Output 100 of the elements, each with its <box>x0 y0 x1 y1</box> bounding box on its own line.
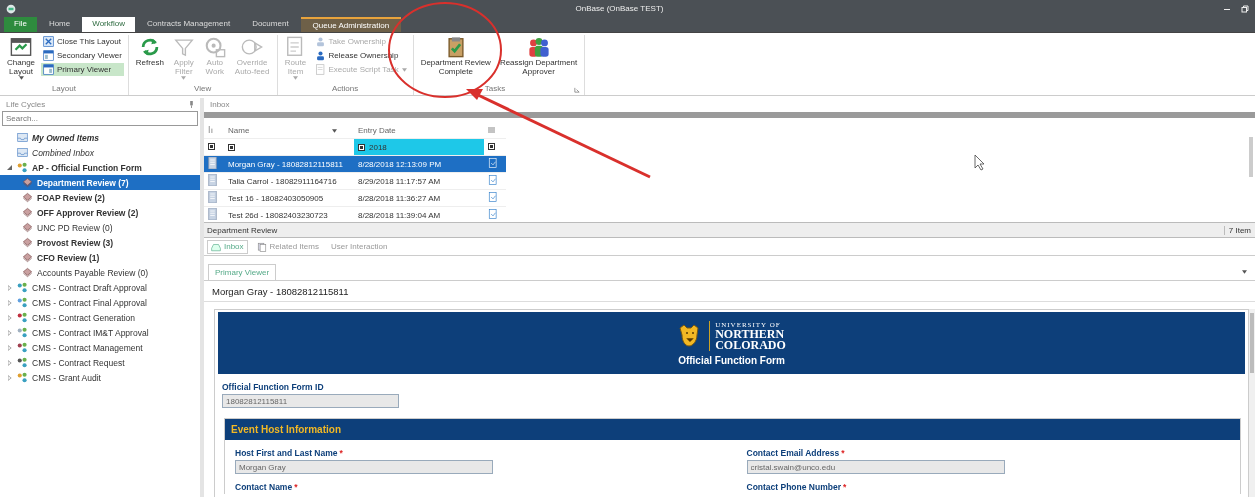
ribbon-tab[interactable]: Queue Administration <box>300 17 402 32</box>
ribbon-tab[interactable]: Contracts Management <box>137 17 241 32</box>
table-cell: Test 16 - 18082403050905 <box>224 189 354 207</box>
app-icon <box>6 3 16 14</box>
item-count: 7 Item <box>1223 225 1255 235</box>
status-icon <box>208 125 214 133</box>
tree-item[interactable]: AP - Official Function Form <box>0 160 200 175</box>
ribbon-tab[interactable]: File <box>4 17 37 32</box>
cursor-icon <box>974 154 985 171</box>
restore-icon <box>1241 4 1249 13</box>
tree-item[interactable]: CMS - Contract Final Approval <box>0 295 200 310</box>
script-icon <box>314 64 326 75</box>
people-icon <box>527 36 550 58</box>
column-menu-icon <box>488 126 495 133</box>
tree-item[interactable]: CMS - Contract Request <box>0 355 200 370</box>
user-icon <box>314 50 326 61</box>
table-cell: 8/29/2018 11:17:57 AM <box>354 172 484 190</box>
queue-icon <box>22 177 33 188</box>
ribbon-button[interactable]: Secondary Viewer <box>41 49 124 62</box>
required-mark: * <box>842 482 847 492</box>
queue-icon <box>22 237 33 248</box>
search-field[interactable]: Search... <box>2 111 198 126</box>
field-label: Contact Phone Number <box>746 482 841 492</box>
tree-item[interactable]: FOAP Review (2) <box>0 190 200 205</box>
inbox-icon <box>17 147 28 158</box>
ribbon-tab[interactable]: Document <box>242 17 299 32</box>
form-icon <box>488 158 498 168</box>
lifecycle-icon <box>17 282 28 293</box>
required-mark: * <box>841 448 845 458</box>
column-header[interactable]: Entry Date <box>354 122 484 139</box>
layout-icon <box>10 36 32 58</box>
tree-item[interactable]: CMS - Contract Generation <box>0 310 200 325</box>
input-field[interactable]: 18082812115811 <box>222 394 399 408</box>
form-title: Official Function Form <box>678 354 785 366</box>
ribbon-button[interactable]: Department Review Complete <box>417 35 494 77</box>
tree-item[interactable]: CMS - Contract IM&T Approval <box>0 325 200 340</box>
ribbon-button[interactable]: Primary Viewer <box>41 63 124 76</box>
window-title: OnBase (OnBase TEST) <box>574 4 665 13</box>
tree-item[interactable]: CFO Review (1) <box>0 250 200 265</box>
input-field[interactable]: Morgan Gray <box>235 460 493 474</box>
ribbon-tab[interactable]: Workflow <box>82 17 135 32</box>
collapsed-icon <box>7 329 12 336</box>
document-title: Morgan Gray - 18082812115811 <box>204 281 1255 302</box>
required-mark: * <box>339 448 343 458</box>
column-header[interactable]: Name <box>224 122 354 139</box>
filter-check-icon <box>208 142 215 150</box>
panel-title: Inbox <box>210 99 230 109</box>
pin-icon <box>189 100 194 108</box>
inbox-icon <box>17 132 28 143</box>
tree-item[interactable]: Provost Review (3) <box>0 235 200 250</box>
ribbon-button[interactable]: Close This Layout <box>41 35 124 48</box>
tree-item[interactable]: UNC PD Review (0) <box>0 220 200 235</box>
document-icon <box>208 208 217 220</box>
scrollbar[interactable] <box>1249 309 1255 497</box>
field-label: Contact Email Address <box>746 448 840 458</box>
inbox-icon <box>211 241 221 252</box>
form-icon <box>488 209 498 219</box>
table-row[interactable]: Morgan Gray - 18082812115811 8/28/2018 12:13:09 PM <box>204 155 506 173</box>
tree-item[interactable]: CMS - Contract Management <box>0 340 200 355</box>
filter-icon <box>172 36 195 58</box>
lifecycle-icon <box>17 357 28 368</box>
tree-item[interactable]: Department Review (7) <box>0 175 200 190</box>
tree-item[interactable]: OFF Approver Review (2) <box>0 205 200 220</box>
table-cell: 8/28/2018 11:36:27 AM <box>354 189 484 207</box>
collapsed-icon <box>7 284 12 291</box>
scrollbar[interactable] <box>1249 137 1253 177</box>
tree-item[interactable]: My Owned Items <box>0 130 200 145</box>
group-label: View <box>193 84 213 95</box>
filter-check-icon <box>488 142 495 150</box>
ribbon-button[interactable]: Refresh <box>132 35 167 68</box>
table-row[interactable]: Test 16 - 18082403050905 8/28/2018 11:36:27 AM <box>204 189 506 207</box>
input-field[interactable]: cristal.swain@unco.edu <box>746 460 1005 474</box>
tree-item[interactable]: CMS - Contract Draft Approval <box>0 280 200 295</box>
field-label: Official Function Form ID <box>222 382 325 392</box>
panel-title: Life Cycles <box>6 99 46 109</box>
lifecycle-icon <box>17 372 28 383</box>
status-text: Department Review <box>206 225 278 235</box>
table-row[interactable]: Talia Carrol - 18082911164716 8/29/2018 11:17:57 AM <box>204 172 506 190</box>
dropdown-icon <box>1242 270 1247 274</box>
logo-text: NORTHERN <box>715 328 786 340</box>
group-label: Actions <box>330 84 360 95</box>
ribbon-tab[interactable]: Home <box>38 17 81 32</box>
filter-value: 2018 <box>369 142 387 152</box>
launcher-icon <box>574 86 581 93</box>
lifecycle-icon <box>17 162 28 173</box>
lifecycle-icon <box>17 327 28 338</box>
queue-icon <box>22 222 33 233</box>
window-icon <box>43 64 55 75</box>
field-label: Host First and Last Name <box>235 448 338 458</box>
lifecycle-icon <box>17 312 28 323</box>
collapsed-icon <box>7 299 12 306</box>
collapsed-icon <box>7 359 12 366</box>
documents-icon <box>256 241 267 252</box>
tree-item[interactable]: CMS - Grant Audit <box>0 370 200 385</box>
tree-item[interactable]: Combined Inbox <box>0 145 200 160</box>
tree-item[interactable]: Accounts Payable Review (0) <box>0 265 200 280</box>
ribbon-button[interactable]: Reassign Department Approver <box>496 35 581 77</box>
filter-check-icon <box>358 143 365 151</box>
window-icon <box>43 50 55 61</box>
ribbon-button[interactable]: Change Layout <box>4 35 39 81</box>
